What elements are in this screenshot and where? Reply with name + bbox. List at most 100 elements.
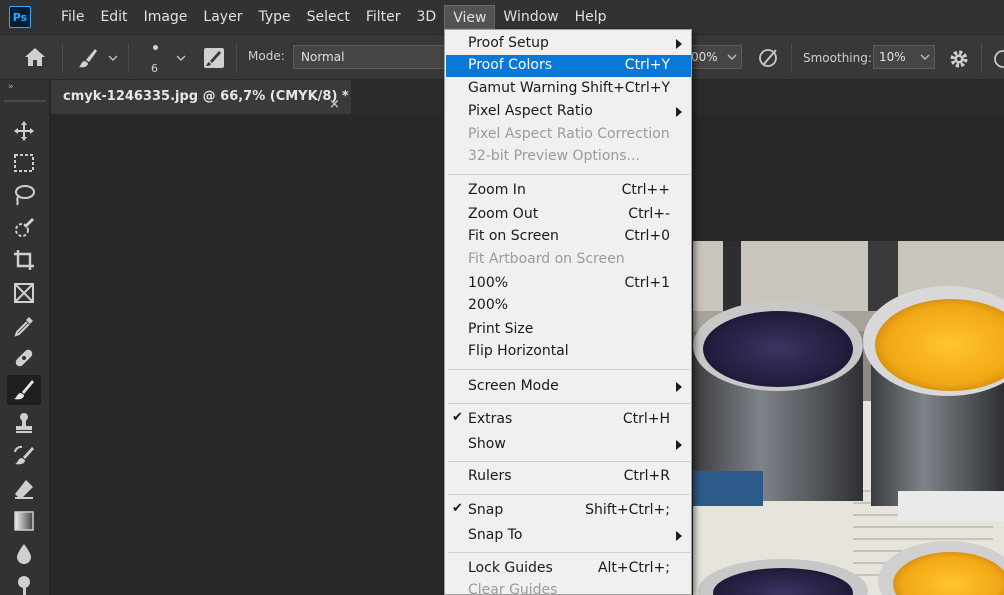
collapse-icon[interactable]: » [8, 82, 14, 92]
frame-icon [14, 283, 34, 303]
ink-cans-photo [693, 241, 1004, 595]
menu-item-proof-colors[interactable]: Proof Colors Ctrl+Y [446, 55, 691, 77]
menu-separator [448, 403, 690, 404]
menu-separator [448, 494, 690, 495]
brush-size-value: 6 [151, 62, 158, 75]
dodge-tool[interactable] [7, 570, 41, 595]
stamp-tool[interactable] [7, 408, 41, 438]
brush-panel-toggle-icon[interactable] [203, 47, 225, 69]
smoothing-value: 10% [879, 50, 906, 64]
blur-icon [17, 544, 31, 564]
menu-file[interactable]: File [53, 5, 92, 29]
menu-item-snap-to[interactable]: Snap To [446, 525, 691, 547]
submenu-arrow-icon [676, 107, 682, 117]
eyedropper-icon [14, 317, 33, 337]
menu-item-lock-guides[interactable]: Lock Guides Alt+Ctrl+; [446, 558, 691, 580]
lasso-icon [15, 185, 35, 206]
brush-tip-icon [153, 45, 158, 50]
checkmark-icon: ✔ [452, 501, 463, 516]
menu-item-rulers[interactable]: Rulers Ctrl+R [446, 466, 691, 488]
menu-item-snap[interactable]: ✔ Snap Shift+Ctrl+; [446, 500, 691, 522]
brush-preset-icon[interactable] [77, 47, 99, 69]
menu-item-clear-guides[interactable]: Clear Guides [446, 580, 691, 595]
brush-tool[interactable] [7, 375, 41, 405]
chevron-down-icon[interactable] [920, 54, 930, 62]
chevron-down-icon[interactable] [727, 54, 737, 62]
menu-image[interactable]: Image [136, 5, 196, 29]
menu-item-print-size[interactable]: Print Size [446, 319, 691, 341]
menu-item-proof-setup[interactable]: Proof Setup [446, 33, 691, 55]
smoothing-input[interactable]: 10% [873, 45, 935, 69]
submenu-arrow-icon [676, 39, 682, 49]
menu-select[interactable]: Select [299, 5, 358, 29]
pressure-opacity-icon[interactable] [756, 47, 780, 69]
menu-separator [448, 174, 690, 175]
menu-item-show[interactable]: Show [446, 434, 691, 456]
menu-item-fit-artboard-on-screen[interactable]: Fit Artboard on Screen [446, 249, 691, 271]
menu-view[interactable]: View [444, 5, 496, 29]
submenu-arrow-icon [676, 531, 682, 541]
opacity-value: 00% [691, 50, 718, 64]
menu-item-pixel-aspect-ratio[interactable]: Pixel Aspect Ratio [446, 101, 691, 123]
stamp-icon [16, 413, 32, 433]
menu-filter[interactable]: Filter [358, 5, 409, 29]
menu-item-pixel-aspect-ratio-correction[interactable]: Pixel Aspect Ratio Correction [446, 124, 691, 146]
menu-item-zoom-out[interactable]: Zoom Out Ctrl+- [446, 204, 691, 226]
view-menu-dropdown: Proof Setup Proof Colors Ctrl+Y Gamut War… [444, 29, 692, 595]
crop-tool[interactable] [7, 245, 41, 275]
tools-panel: » [0, 80, 50, 595]
chevron-down-icon[interactable] [176, 55, 186, 63]
eyedropper-tool[interactable] [7, 311, 41, 341]
history-brush-tool[interactable] [7, 441, 41, 471]
frame-tool[interactable] [7, 278, 41, 308]
document-tab[interactable]: cmyk-1246335.jpg @ 66,7% (CMYK/8) * × [51, 80, 351, 114]
chevron-down-icon[interactable] [108, 55, 118, 63]
dodge-icon [18, 576, 30, 595]
menu-layer[interactable]: Layer [195, 5, 250, 29]
smoothing-label: Smoothing: [803, 51, 872, 65]
healing-icon [15, 349, 33, 367]
move-icon [14, 121, 34, 141]
history-brush-icon [14, 445, 34, 465]
menu-type[interactable]: Type [250, 5, 298, 29]
menu-window[interactable]: Window [495, 5, 566, 29]
submenu-arrow-icon [676, 382, 682, 392]
crop-icon [14, 250, 34, 270]
menu-separator [448, 552, 690, 553]
healing-tool[interactable] [7, 343, 41, 373]
menu-item-screen-mode[interactable]: Screen Mode [446, 376, 691, 398]
menu-separator [448, 461, 690, 462]
menu-item-32bit-preview-options[interactable]: 32-bit Preview Options... [446, 146, 691, 168]
menu-edit[interactable]: Edit [92, 5, 135, 29]
menu-item-zoom-in[interactable]: Zoom In Ctrl++ [446, 180, 691, 202]
gear-icon[interactable] [948, 48, 970, 70]
move-tool[interactable] [7, 116, 41, 146]
blur-tool[interactable] [7, 539, 41, 569]
quick-select-tool[interactable] [7, 213, 41, 243]
eraser-tool[interactable] [7, 474, 41, 504]
panel-grip[interactable] [4, 100, 46, 102]
document-image [693, 241, 1004, 595]
menu-item-gamut-warning[interactable]: Gamut Warning Shift+Ctrl+Y [446, 78, 691, 100]
checkmark-icon: ✔ [452, 410, 463, 425]
home-icon[interactable] [24, 47, 46, 67]
brush-icon [14, 380, 34, 400]
eraser-icon [15, 480, 33, 499]
marquee-tool[interactable] [7, 148, 41, 178]
submenu-arrow-icon [676, 440, 682, 450]
menu-item-fit-on-screen[interactable]: Fit on Screen Ctrl+0 [446, 226, 691, 248]
lasso-tool[interactable] [7, 180, 41, 210]
menu-item-100-percent[interactable]: 100% Ctrl+1 [446, 273, 691, 295]
menu-item-flip-horizontal[interactable]: Flip Horizontal [446, 341, 691, 363]
symmetry-icon[interactable] [992, 48, 1004, 70]
mode-label: Mode: [248, 49, 285, 63]
mode-select[interactable]: Normal [293, 45, 448, 69]
menu-item-200-percent[interactable]: 200% [446, 295, 691, 317]
gradient-icon [14, 511, 34, 531]
quick-select-icon [15, 217, 35, 237]
menu-help[interactable]: Help [567, 5, 615, 29]
menu-3d[interactable]: 3D [409, 5, 445, 29]
gradient-tool[interactable] [7, 506, 41, 536]
opacity-input[interactable]: 00% [690, 45, 742, 69]
menu-item-extras[interactable]: ✔ Extras Ctrl+H [446, 409, 691, 431]
